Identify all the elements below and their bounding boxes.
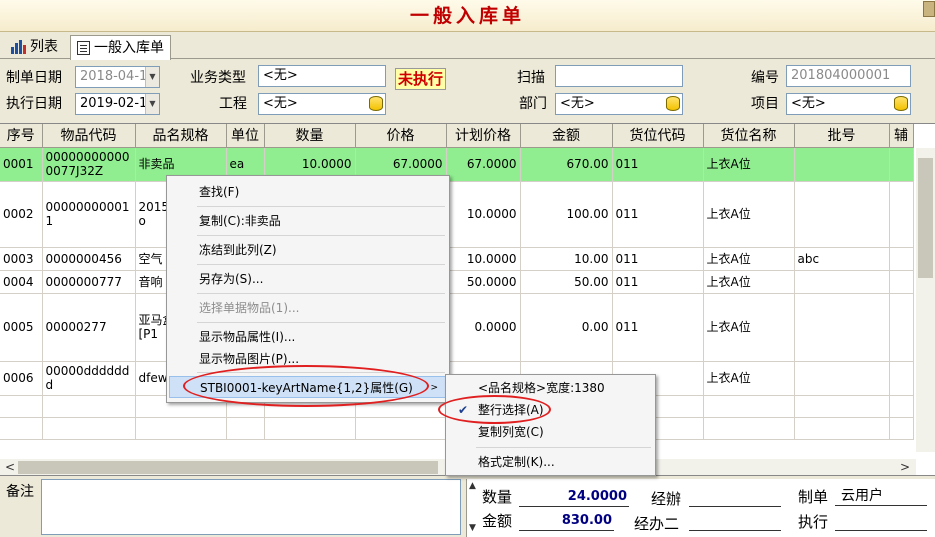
maker-field[interactable]: 云用户 <box>835 486 927 506</box>
table-row[interactable]: 0001 000000000000077J32Z 非卖品 ea 10.0000 67.… <box>0 147 914 182</box>
menu-item-copy[interactable]: 复制(C):非卖品 <box>169 210 447 232</box>
col-header-seq[interactable]: 序号 <box>0 124 43 148</box>
table-row[interactable]: 0003 0000000456 空气 10.0000 10.00 011 上衣A位 a… <box>0 247 914 271</box>
handler-field[interactable] <box>689 487 781 507</box>
database-icon[interactable] <box>369 96 383 111</box>
executor-label: 执行 <box>798 513 829 531</box>
table-row[interactable]: 000500000277 亚马盒成RE06[P1 0.00000.00 011上… <box>0 293 914 362</box>
qty-label: 数量 <box>482 488 513 506</box>
tab-stock-in-label: 一般入库单 <box>94 40 164 56</box>
col-header-plan-price[interactable]: 计划价格 <box>446 124 521 148</box>
tab-stock-in-form[interactable]: 一般入库单 <box>70 35 171 60</box>
vertical-scroll-thumb[interactable] <box>918 158 933 278</box>
document-edit-icon <box>77 41 90 55</box>
chevron-up-icon[interactable]: ▲ <box>469 481 476 491</box>
amount-value: 830.00 <box>519 511 614 531</box>
col-header-amount[interactable]: 金额 <box>520 124 613 148</box>
item-label: 项目 <box>751 96 779 112</box>
menu-item-find[interactable]: 查找(F) <box>169 181 447 203</box>
exec-date-label: 执行日期 <box>6 96 62 112</box>
database-icon[interactable] <box>666 96 680 111</box>
menu-item-select-items: 选择单据物品(1)... <box>199 301 300 315</box>
submenu-item-width[interactable]: <品名规格>宽度:1380 <box>448 377 653 399</box>
scan-label: 扫描 <box>517 70 545 86</box>
summary-box: ▲ ▼ 数量 24.0000 金额 830.00 经辦 经办二 制单 云用户 执… <box>466 479 935 537</box>
table-row[interactable]: 0004 0000000777 音响 50.0000 50.00 011 上衣A位 <box>0 270 914 294</box>
menu-item-freeze[interactable]: 冻结到此列(Z) <box>169 239 447 261</box>
executor-field[interactable] <box>835 511 927 531</box>
submenu: <品名规格>宽度:1380 ✔ 整行选择(A) 复制列宽(C) 格式定制(K).… <box>445 374 656 476</box>
code-label: 编号 <box>751 70 779 86</box>
chevron-down-icon[interactable]: ▼ <box>145 67 159 87</box>
chevron-left-icon[interactable]: < <box>5 460 15 474</box>
make-date-field[interactable]: 2018-04-12 ▼ <box>75 66 160 88</box>
col-header-name[interactable]: 品名规格 <box>135 124 227 148</box>
dept-label: 部门 <box>519 96 547 112</box>
biz-type-label: 业务类型 <box>190 70 246 86</box>
menu-item-column-props[interactable]: STBI0001-keyArtName{1,2}属性(G) > <box>169 376 447 398</box>
vertical-scrollbar[interactable] <box>916 148 935 452</box>
remark-label: 备注 <box>6 484 34 500</box>
handler-label: 经辦 <box>651 490 682 508</box>
col-header-qty[interactable]: 数量 <box>264 124 356 148</box>
project-label: 工程 <box>219 96 247 112</box>
biz-type-field[interactable]: <无> <box>258 65 386 87</box>
close-button[interactable] <box>923 1 935 17</box>
handler2-field[interactable] <box>689 511 781 531</box>
bar-chart-icon <box>10 40 26 54</box>
col-header-price[interactable]: 价格 <box>355 124 447 148</box>
scan-input[interactable] <box>555 65 683 87</box>
col-header-loc-name[interactable]: 货位名称 <box>703 124 795 148</box>
qty-value: 24.0000 <box>519 487 629 507</box>
submenu-item-row-select[interactable]: ✔ 整行选择(A) <box>448 399 653 421</box>
context-menu: 查找(F) 复制(C):非卖品 冻结到此列(Z) 另存为(S)... 选择单据物… <box>166 175 450 403</box>
tab-list-label: 列表 <box>30 39 58 55</box>
code-field[interactable]: 201804000001 <box>786 65 911 87</box>
menu-item-show-props[interactable]: 显示物品属性(I)... <box>169 326 447 348</box>
col-header-code[interactable]: 物品代码 <box>42 124 136 148</box>
chevron-right-icon: > <box>430 383 438 393</box>
menu-item-save-as[interactable]: 另存为(S)... <box>169 268 447 290</box>
remark-input[interactable] <box>41 479 461 535</box>
chevron-right-icon[interactable]: > <box>900 460 910 474</box>
exec-date-field[interactable]: 2019-02-18 ▼ <box>75 93 160 115</box>
submenu-item-copy-width[interactable]: 复制列宽(C) <box>448 421 653 443</box>
chevron-down-icon[interactable]: ▼ <box>469 523 476 533</box>
horizontal-scroll-thumb[interactable] <box>18 461 438 474</box>
table-row[interactable]: 0002000000000011 2015品_888efo 10.0000100… <box>0 181 914 248</box>
chevron-down-icon[interactable]: ▼ <box>145 94 159 114</box>
header-form: 制单日期 2018-04-12 ▼ 业务类型 <无> 未执行 扫描 编号 201… <box>0 60 935 122</box>
title-bar: 一般入库单 <box>0 0 935 32</box>
tab-bar: 列表 一般入库单 <box>0 32 935 60</box>
item-field[interactable]: <无> <box>786 93 911 115</box>
window-title: 一般入库单 <box>409 5 525 27</box>
checkmark-icon: ✔ <box>458 403 469 417</box>
amount-label: 金额 <box>482 512 513 530</box>
menu-item-show-image[interactable]: 显示物品图片(P)... <box>169 348 447 370</box>
make-date-label: 制单日期 <box>6 70 62 86</box>
project-field[interactable]: <无> <box>258 93 386 115</box>
maker-label: 制单 <box>798 488 829 506</box>
submenu-item-format[interactable]: 格式定制(K)... <box>448 451 653 473</box>
database-icon[interactable] <box>894 96 908 111</box>
footer-panel: 备注 ▲ ▼ 数量 24.0000 金额 830.00 经辦 经办二 制单 云用… <box>0 475 935 537</box>
col-header-unit[interactable]: 单位 <box>226 124 265 148</box>
handler2-label: 经办二 <box>634 515 680 533</box>
status-badge: 未执行 <box>395 68 447 90</box>
col-header-batch[interactable]: 批号 <box>794 124 890 148</box>
col-header-loc-code[interactable]: 货位代码 <box>612 124 704 148</box>
tab-list[interactable]: 列表 <box>4 35 64 59</box>
dept-field[interactable]: <无> <box>555 93 683 115</box>
col-header-aux[interactable]: 辅 <box>889 124 914 148</box>
